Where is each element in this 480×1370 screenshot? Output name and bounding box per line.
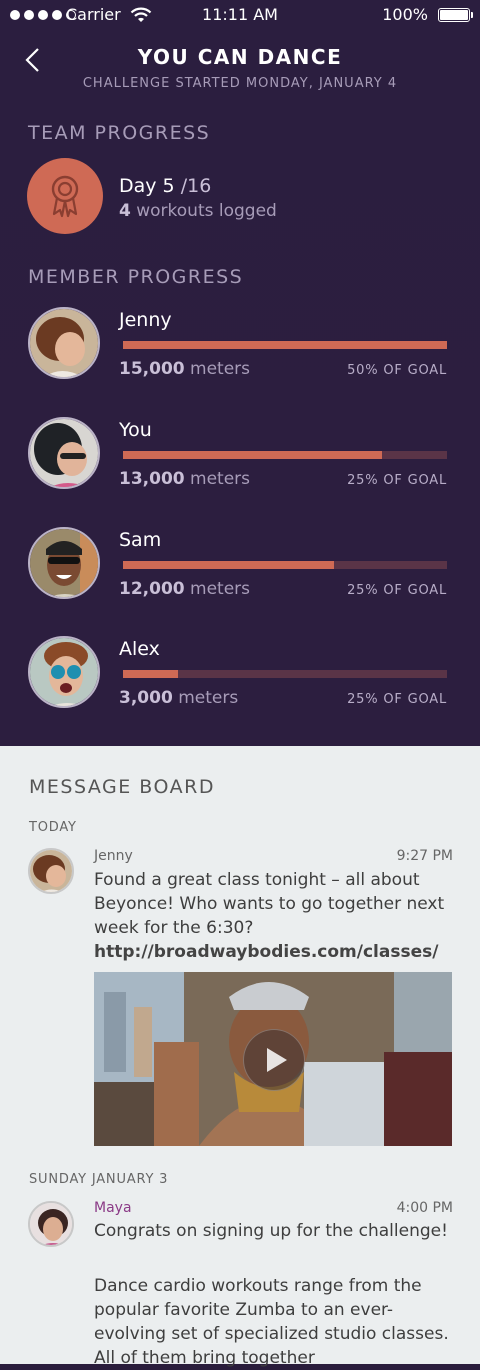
member-row[interactable]: Sam 12,000 meters 25% OF GOAL — [0, 527, 480, 627]
message-time: 9:27 PM — [396, 848, 453, 864]
status-bar: Carrier 11:11 AM 100% — [0, 0, 480, 30]
message-time: 4:00 PM — [396, 1200, 453, 1216]
message-text: Dance cardio workouts range from the pop… — [94, 1276, 449, 1368]
progress-fill — [123, 341, 447, 349]
member-row[interactable]: Jenny 15,000 meters 50% OF GOAL — [0, 307, 480, 407]
member-goal-percent: 25% OF GOAL — [347, 583, 447, 598]
ribbon-award-icon — [27, 158, 103, 234]
avatar[interactable] — [28, 848, 74, 894]
progress-fill — [123, 670, 179, 678]
member-meters: 3,000 meters — [119, 688, 239, 708]
member-row[interactable]: You 13,000 meters 25% OF GOAL — [0, 417, 480, 517]
member-progress-bar — [123, 561, 447, 569]
member-progress-heading: MEMBER PROGRESS — [28, 266, 244, 288]
page-subtitle: CHALLENGE STARTED MONDAY, JANUARY 4 — [82, 76, 398, 91]
message-link[interactable]: http://broadwaybodies.com/classes/ — [94, 942, 438, 962]
team-workouts-logged: 4 workouts logged — [119, 201, 277, 221]
avatar — [28, 307, 100, 379]
battery-percent: 100% — [382, 5, 428, 24]
member-progress-bar — [123, 341, 447, 349]
avatar — [28, 417, 100, 489]
member-name: Alex — [119, 638, 160, 660]
message-board-heading: MESSAGE BOARD — [29, 776, 215, 798]
member-meters: 15,000 meters — [119, 359, 251, 379]
member-meters: 12,000 meters — [119, 579, 251, 599]
message-text: Congrats on signing up for the challenge… — [94, 1221, 448, 1241]
day-label: TODAY — [29, 820, 77, 835]
member-progress-bar — [123, 670, 447, 678]
member-goal-percent: 25% OF GOAL — [347, 692, 447, 707]
member-goal-percent: 50% OF GOAL — [347, 363, 447, 378]
progress-fill — [123, 451, 383, 459]
message-board: MESSAGE BOARD TODAY Jenny 9:27 PM Found … — [0, 746, 480, 1368]
member-name: Sam — [119, 529, 162, 551]
team-day-counter: Day 5 /16 — [119, 175, 212, 197]
member-name: Jenny — [119, 309, 172, 331]
member-row[interactable]: Alex 3,000 meters 25% OF GOAL — [0, 636, 480, 736]
video-thumbnail[interactable] — [94, 972, 452, 1146]
play-icon[interactable] — [243, 1029, 305, 1091]
member-progress-bar — [123, 451, 447, 459]
message-text: Found a great class tonight – all about … — [94, 870, 445, 938]
progress-fill — [123, 561, 334, 569]
day-label: SUNDAY JANUARY 3 — [29, 1172, 169, 1187]
avatar — [28, 527, 100, 599]
message-body: Found a great class tonight – all about … — [94, 868, 454, 964]
avatar[interactable] — [28, 1201, 74, 1247]
member-goal-percent: 25% OF GOAL — [347, 473, 447, 488]
team-progress-heading: TEAM PROGRESS — [28, 122, 211, 144]
member-name: You — [119, 419, 152, 441]
message-author[interactable]: Maya — [94, 1200, 132, 1216]
challenge-header-panel: Carrier 11:11 AM 100% YOU CAN DANCE CHAL… — [0, 0, 480, 746]
member-meters: 13,000 meters — [119, 469, 251, 489]
message-author[interactable]: Jenny — [94, 848, 133, 864]
avatar — [28, 636, 100, 708]
page-title: YOU CAN DANCE — [137, 45, 343, 69]
battery-icon — [438, 8, 473, 22]
